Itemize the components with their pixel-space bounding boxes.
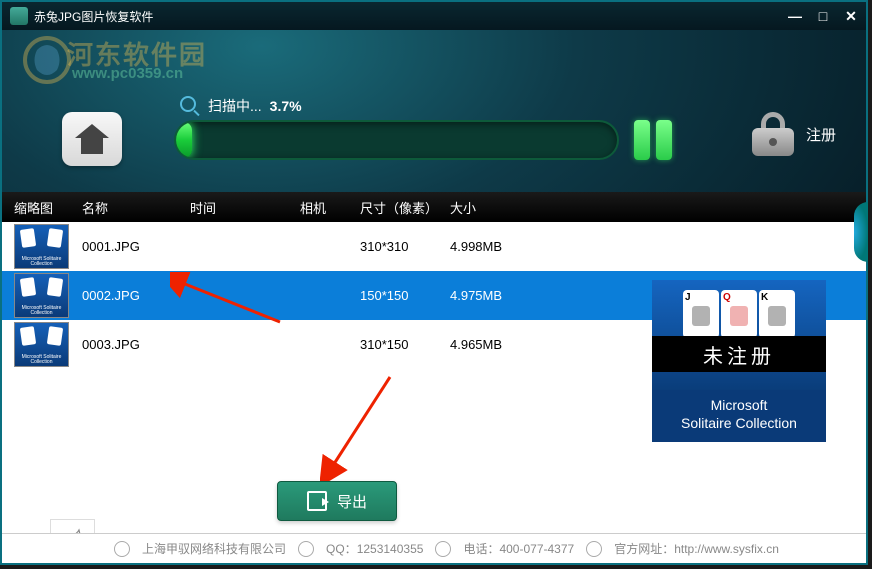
- cell-size: 4.998MB: [450, 239, 530, 254]
- col-camera: 相机: [300, 198, 360, 217]
- watermark-url: www.pc0359.cn: [72, 65, 183, 82]
- card-king: K: [759, 290, 795, 338]
- pause-icon: [634, 120, 650, 160]
- table-header: 缩略图 名称 时间 相机 尺寸（像素） 大小: [2, 192, 866, 222]
- header-panel: 河东软件园 www.pc0359.cn 扫描中... 3.7% 注册: [2, 30, 866, 192]
- footer-bar: 上海甲驭网络科技有限公司 QQ：1253140355 电话：400-077-43…: [2, 533, 866, 563]
- cell-thumbnail: Microsoft Solitaire Collection: [14, 273, 82, 318]
- maximize-button[interactable]: □: [816, 9, 830, 23]
- cell-name: 0003.JPG: [82, 337, 190, 352]
- preview-caption: Microsoft Solitaire Collection: [652, 390, 826, 442]
- unregistered-watermark: 未注册: [652, 336, 826, 372]
- footer-qq: QQ：1253140355: [326, 540, 423, 557]
- preview-caption-line2: Solitaire Collection: [652, 414, 826, 432]
- cell-size: 4.975MB: [450, 288, 530, 303]
- home-button[interactable]: [62, 112, 122, 166]
- thumbnail-image: Microsoft Solitaire Collection: [14, 322, 69, 367]
- footer-company: 上海甲驭网络科技有限公司: [142, 540, 286, 557]
- info-icon: [114, 541, 130, 557]
- footer-tel: 电话：400-077-4377: [463, 540, 574, 557]
- qq-icon: [298, 541, 314, 557]
- scan-percent: 3.7%: [270, 98, 302, 114]
- col-thumbnail: 缩略图: [14, 198, 82, 217]
- phone-icon: [435, 541, 451, 557]
- table-row[interactable]: Microsoft Solitaire Collection 0001.JPG 31…: [2, 222, 866, 271]
- pause-button[interactable]: [634, 120, 672, 160]
- close-button[interactable]: ✕: [844, 9, 858, 23]
- scan-status: 扫描中... 3.7%: [180, 96, 302, 116]
- col-dimensions: 尺寸（像素）: [360, 198, 450, 217]
- cell-thumbnail: Microsoft Solitaire Collection: [14, 224, 82, 269]
- footer-site-link[interactable]: http://www.sysfix.cn: [674, 542, 779, 556]
- app-icon: [10, 7, 28, 25]
- col-time: 时间: [190, 198, 300, 217]
- cell-name: 0001.JPG: [82, 239, 190, 254]
- preview-image: J Q K 未注册: [652, 280, 826, 390]
- preview-caption-line1: Microsoft: [652, 396, 826, 414]
- magnifier-icon: [180, 96, 200, 116]
- lock-icon: [752, 112, 794, 156]
- progress-bar: [174, 120, 619, 160]
- card-jack: J: [683, 290, 719, 338]
- card-queen: Q: [721, 290, 757, 338]
- export-label: 导出: [337, 491, 367, 512]
- register-button[interactable]: 注册: [752, 112, 836, 156]
- progress-fill: [176, 122, 192, 158]
- thumbnail-image: Microsoft Solitaire Collection: [14, 273, 69, 318]
- preview-panel: J Q K 未注册 Microsoft Solitaire Collection: [652, 280, 826, 442]
- register-label: 注册: [806, 124, 836, 145]
- export-button[interactable]: 导出: [277, 481, 397, 521]
- title-bar: 赤兔JPG图片恢复软件 — □ ✕: [2, 2, 866, 30]
- home-icon: [75, 124, 109, 154]
- app-window: 赤兔JPG图片恢复软件 — □ ✕ 河东软件园 www.pc0359.cn 扫描…: [0, 0, 868, 565]
- cell-dimensions: 310*310: [360, 239, 450, 254]
- thumbnail-image: Microsoft Solitaire Collection: [14, 224, 69, 269]
- col-size: 大小: [450, 198, 530, 217]
- scan-status-label: 扫描中...: [208, 96, 262, 116]
- globe-icon: [586, 541, 602, 557]
- cell-dimensions: 150*150: [360, 288, 450, 303]
- cell-name: 0002.JPG: [82, 288, 190, 303]
- col-name: 名称: [82, 198, 190, 217]
- export-icon: [307, 491, 327, 511]
- right-edge-tab[interactable]: [854, 202, 868, 262]
- footer-site: 官方网址：http://www.sysfix.cn: [614, 540, 779, 557]
- cell-dimensions: 310*150: [360, 337, 450, 352]
- cell-size: 4.965MB: [450, 337, 530, 352]
- watermark-logo: [22, 35, 72, 85]
- window-title: 赤兔JPG图片恢复软件: [34, 8, 788, 25]
- cell-thumbnail: Microsoft Solitaire Collection: [14, 322, 82, 367]
- pause-icon: [656, 120, 672, 160]
- minimize-button[interactable]: —: [788, 9, 802, 23]
